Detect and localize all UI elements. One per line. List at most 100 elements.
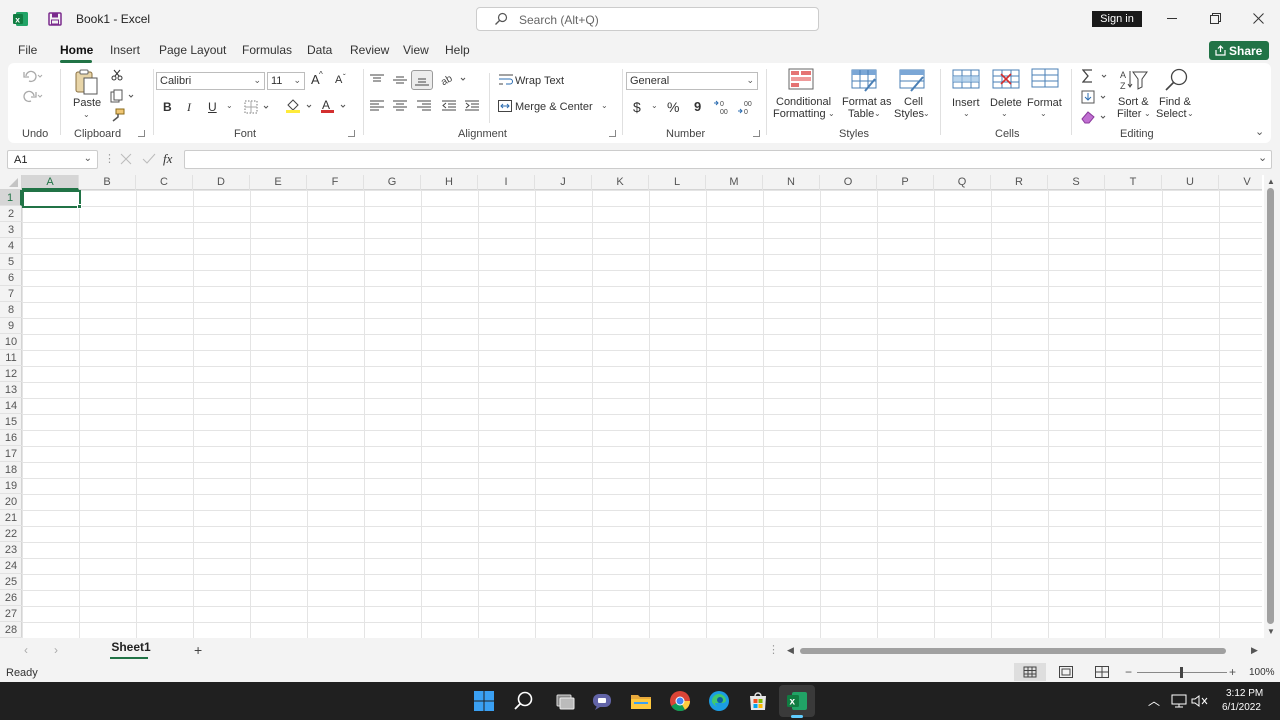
file-explorer-icon[interactable] xyxy=(630,690,652,712)
column-header[interactable]: B xyxy=(79,175,136,190)
column-header[interactable]: K xyxy=(592,175,649,190)
merge-center-icon[interactable] xyxy=(498,100,512,112)
conditional-formatting-label-2[interactable]: Formatting xyxy=(773,108,826,120)
middle-align-icon[interactable] xyxy=(393,74,407,86)
cell-area[interactable] xyxy=(22,190,1262,638)
fill-down-icon[interactable] xyxy=(1081,90,1109,104)
save-icon[interactable] xyxy=(48,12,62,26)
column-header[interactable]: T xyxy=(1105,175,1162,190)
page-layout-view-icon[interactable] xyxy=(1059,666,1073,678)
clock-date[interactable]: 6/1/2022 xyxy=(1222,702,1261,713)
paste-label[interactable]: Paste xyxy=(73,97,101,109)
cut-icon[interactable] xyxy=(111,69,123,81)
share-button[interactable]: Share xyxy=(1209,41,1269,60)
insert-cells-label[interactable]: Insert xyxy=(952,97,980,109)
underline-button[interactable]: U xyxy=(208,100,217,114)
row-header[interactable]: 4 xyxy=(0,238,22,254)
find-select-label-2[interactable]: Select xyxy=(1156,108,1187,120)
align-center-icon[interactable] xyxy=(393,100,407,112)
collapse-ribbon-chevron-icon[interactable]: ⌄ xyxy=(1255,125,1264,138)
cell-styles-icon[interactable] xyxy=(899,69,927,93)
row-header[interactable]: 14 xyxy=(0,398,22,414)
decrease-font-size-button[interactable]: A xyxy=(335,74,342,86)
formula-input[interactable] xyxy=(184,150,1272,169)
redo-icon[interactable] xyxy=(22,89,44,103)
row-header[interactable]: 8 xyxy=(0,302,22,318)
column-header[interactable]: S xyxy=(1048,175,1105,190)
column-header[interactable]: G xyxy=(364,175,421,190)
horizontal-scroll-thumb[interactable] xyxy=(800,648,1226,654)
column-header[interactable]: U xyxy=(1162,175,1219,190)
paste-icon[interactable] xyxy=(74,68,100,96)
name-box[interactable]: A1 ⌄ xyxy=(7,150,98,169)
row-header[interactable]: 19 xyxy=(0,478,22,494)
cell-styles-label-2[interactable]: Styles xyxy=(894,108,924,120)
zoom-out-button[interactable]: − xyxy=(1125,665,1132,679)
format-chevron-down-icon[interactable]: ⌄ xyxy=(1040,109,1047,118)
font-size-select[interactable]: 11 ⌄ xyxy=(267,72,305,90)
scroll-up-icon[interactable]: ▲ xyxy=(1267,177,1275,186)
row-header[interactable]: 27 xyxy=(0,606,22,622)
row-header[interactable]: 23 xyxy=(0,542,22,558)
tab-help[interactable]: Help xyxy=(445,43,470,57)
format-as-table-label-1[interactable]: Format as xyxy=(842,96,892,108)
column-header[interactable]: Q xyxy=(934,175,991,190)
next-sheet-icon[interactable]: › xyxy=(54,643,58,657)
sheet-bar-splitter-icon[interactable]: ⋮ xyxy=(768,643,779,656)
clear-icon[interactable] xyxy=(1081,110,1109,124)
tab-page-layout[interactable]: Page Layout xyxy=(159,43,226,57)
copy-icon[interactable] xyxy=(110,89,136,103)
number-launcher-icon[interactable] xyxy=(753,130,760,137)
row-header[interactable]: 9 xyxy=(0,318,22,334)
currency-chevron-down-icon[interactable]: ⌄ xyxy=(651,101,658,110)
column-header[interactable]: R xyxy=(991,175,1048,190)
page-break-view-icon[interactable] xyxy=(1095,666,1109,678)
font-launcher-icon[interactable] xyxy=(348,130,355,137)
column-header[interactable]: O xyxy=(820,175,877,190)
format-as-table-chevron-down-icon[interactable]: ⌄ xyxy=(874,109,881,118)
orientation-icon[interactable]: ab xyxy=(441,72,469,86)
row-header[interactable]: 26 xyxy=(0,590,22,606)
align-right-icon[interactable] xyxy=(417,100,431,112)
edge-icon[interactable] xyxy=(708,690,730,712)
taskbar-excel-icon[interactable]: x xyxy=(786,690,808,712)
chrome-icon[interactable] xyxy=(669,690,691,712)
column-header[interactable]: H xyxy=(421,175,478,190)
alignment-launcher-icon[interactable] xyxy=(609,130,616,137)
currency-button[interactable]: $ xyxy=(633,99,641,115)
cancel-entry-icon[interactable] xyxy=(120,153,132,165)
tab-insert[interactable]: Insert xyxy=(110,43,140,57)
search-box[interactable]: Search (Alt+Q) xyxy=(476,7,819,31)
increase-decimal-icon[interactable]: 0 00 xyxy=(714,99,732,115)
column-header[interactable]: A xyxy=(22,175,79,190)
close-icon[interactable] xyxy=(1253,13,1264,24)
underline-chevron-down-icon[interactable]: ⌄ xyxy=(226,101,233,110)
sort-filter-label-2[interactable]: Filter xyxy=(1117,108,1141,120)
row-header[interactable]: 18 xyxy=(0,462,22,478)
zoom-in-button[interactable]: + xyxy=(1229,665,1236,679)
bold-button[interactable]: B xyxy=(163,100,172,114)
hidden-icons-chevron-up-icon[interactable]: ︿ xyxy=(1148,692,1160,709)
align-left-icon[interactable] xyxy=(370,100,384,112)
row-header[interactable]: 7 xyxy=(0,286,22,302)
row-header[interactable]: 2 xyxy=(0,206,22,222)
format-as-table-icon[interactable] xyxy=(851,69,879,93)
cell-styles-label-1[interactable]: Cell xyxy=(904,96,923,108)
tab-view[interactable]: View xyxy=(403,43,429,57)
clock-time[interactable]: 3:12 PM xyxy=(1226,688,1263,699)
autosum-icon[interactable] xyxy=(1082,69,1110,83)
format-as-table-label-2[interactable]: Table xyxy=(848,108,874,120)
restore-icon[interactable] xyxy=(1210,13,1221,24)
wrap-text-button[interactable]: Wrap Text xyxy=(515,75,564,87)
tab-formulas[interactable]: Formulas xyxy=(242,43,292,57)
column-header[interactable]: E xyxy=(250,175,307,190)
bottom-align-icon[interactable] xyxy=(411,70,433,90)
task-view-icon[interactable] xyxy=(553,690,575,712)
taskbar-search-icon[interactable] xyxy=(513,690,535,712)
comma-style-button[interactable]: 9 xyxy=(694,99,701,114)
row-header[interactable]: 6 xyxy=(0,270,22,286)
microsoft-store-icon[interactable] xyxy=(747,690,769,712)
merge-center-chevron-down-icon[interactable]: ⌄ xyxy=(601,101,608,110)
cell-styles-chevron-down-icon[interactable]: ⌄ xyxy=(923,109,930,118)
insert-chevron-down-icon[interactable]: ⌄ xyxy=(963,109,970,118)
